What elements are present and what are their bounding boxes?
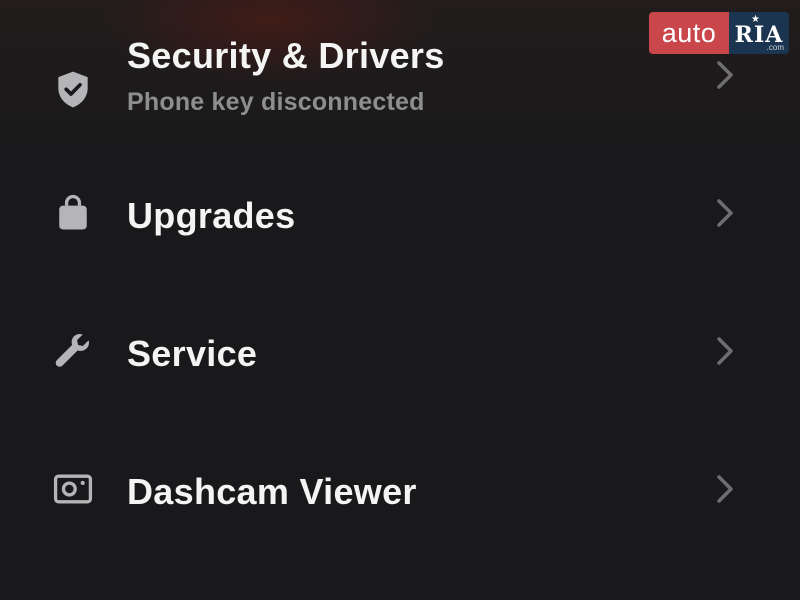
- settings-menu: Security & Drivers Phone key disconnecte…: [0, 0, 800, 600]
- menu-item-service[interactable]: Service: [0, 291, 800, 411]
- shopping-bag-icon: [50, 190, 96, 236]
- chevron-right-icon: [712, 57, 738, 93]
- menu-item-label: Dashcam Viewer: [127, 471, 417, 512]
- chevron-right-icon: [712, 333, 738, 369]
- star-icon: ★: [751, 14, 760, 25]
- menu-item-sublabel: Phone key disconnected: [127, 88, 425, 116]
- menu-item-label: Upgrades: [127, 195, 296, 236]
- watermark-brand-right-box: ★ RIA .com: [729, 12, 789, 54]
- menu-item-label: Service: [127, 333, 258, 374]
- menu-item-label: Security & Drivers: [127, 35, 445, 76]
- menu-item-upgrades[interactable]: Upgrades: [0, 153, 800, 273]
- menu-item-dashcam-viewer[interactable]: Dashcam Viewer: [0, 429, 800, 549]
- watermark-suffix: .com: [766, 43, 784, 52]
- wrench-icon: [50, 328, 96, 374]
- shield-check-icon: [50, 67, 96, 113]
- chevron-right-icon: [712, 195, 738, 231]
- watermark-brand-left: auto: [649, 12, 729, 54]
- autoria-watermark-logo: auto ★ RIA .com: [649, 12, 789, 54]
- chevron-right-icon: [712, 471, 738, 507]
- dashcam-icon: [50, 466, 96, 512]
